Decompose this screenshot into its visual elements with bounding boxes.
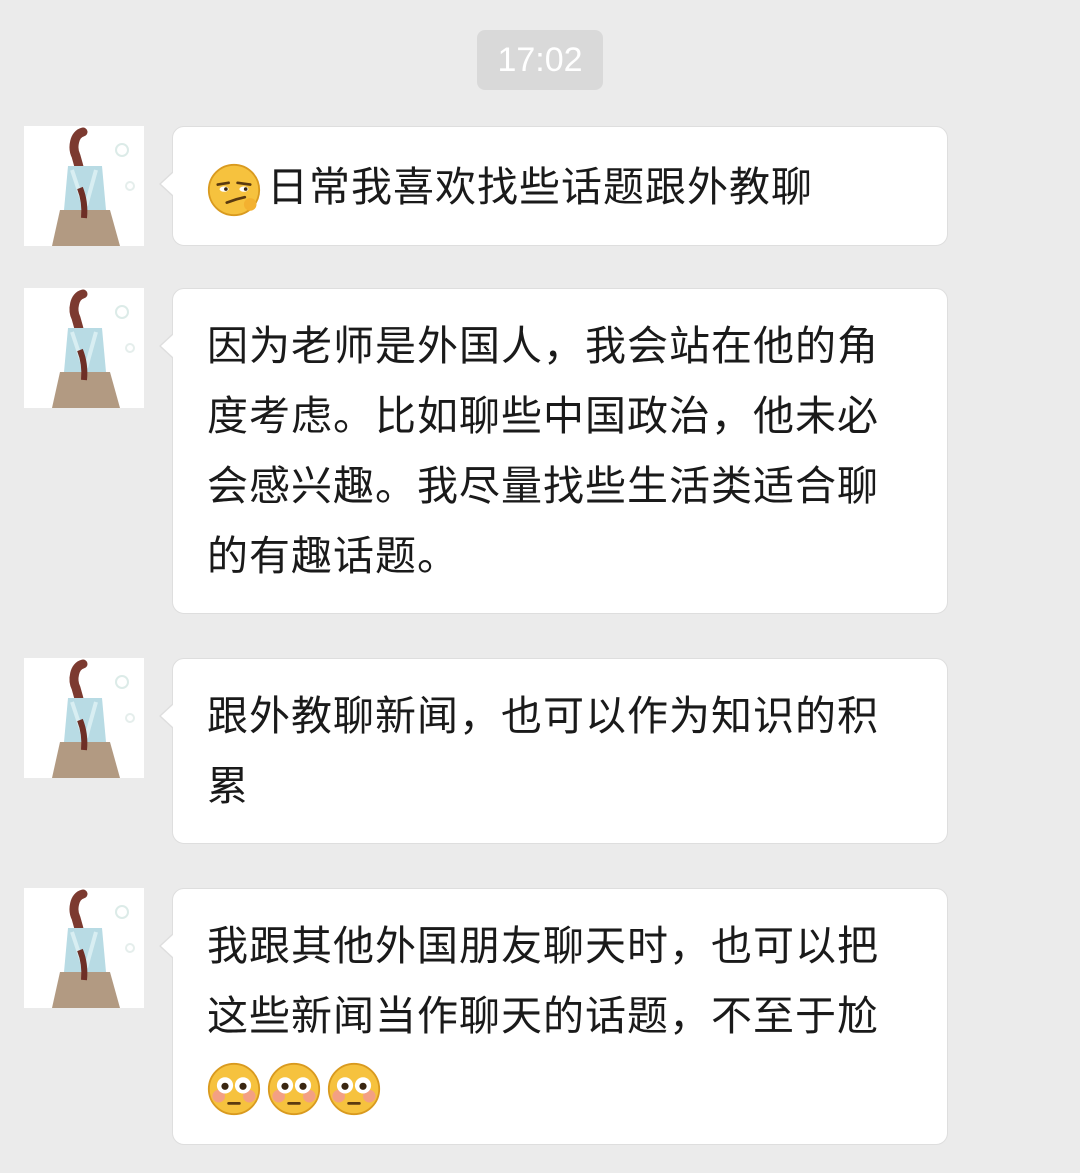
flushed-emoji-icon bbox=[207, 1062, 261, 1116]
flushed-emoji-icon bbox=[327, 1062, 381, 1116]
message-bubble[interactable]: 我跟其他外国朋友聊天时，也可以把这些新闻当作聊天的话题，不至于尬 bbox=[159, 888, 948, 1145]
avatar[interactable] bbox=[24, 126, 144, 246]
message-bubble[interactable]: 因为老师是外国人，我会站在他的角度考虑。比如聊些中国政治，他未必会感兴趣。我尽量… bbox=[159, 288, 948, 614]
girl-avatar-icon bbox=[24, 888, 144, 1008]
timestamp-container: 17:02 bbox=[0, 30, 1080, 90]
message-text: 因为老师是外国人，我会站在他的角度考虑。比如聊些中国政治，他未必会感兴趣。我尽量… bbox=[207, 322, 879, 580]
message-text: 跟外教聊新闻，也可以作为知识的积累 bbox=[207, 692, 879, 810]
girl-avatar-icon bbox=[24, 126, 144, 246]
message-bubble[interactable]: 日常我喜欢找些话题跟外教聊 bbox=[159, 126, 948, 246]
avatar[interactable] bbox=[24, 658, 144, 778]
avatar[interactable] bbox=[24, 888, 144, 1008]
message-text-container: 我跟其他外国朋友聊天时，也可以把这些新闻当作聊天的话题，不至于尬 bbox=[207, 911, 917, 1121]
flushed-emoji-icon bbox=[267, 1062, 321, 1116]
girl-avatar-icon bbox=[24, 288, 144, 408]
message-text: 我跟其他外国朋友聊天时，也可以把这些新闻当作聊天的话题，不至于尬 bbox=[207, 922, 879, 1040]
message-text-container: 日常我喜欢找些话题跟外教聊 bbox=[207, 152, 917, 222]
smirk-emoji-icon bbox=[207, 163, 261, 217]
message-timestamp: 17:02 bbox=[477, 30, 603, 90]
message-bubble[interactable]: 跟外教聊新闻，也可以作为知识的积累 bbox=[159, 658, 948, 844]
message-text: 日常我喜欢找些话题跟外教聊 bbox=[267, 163, 813, 211]
avatar[interactable] bbox=[24, 288, 144, 408]
girl-avatar-icon bbox=[24, 658, 144, 778]
